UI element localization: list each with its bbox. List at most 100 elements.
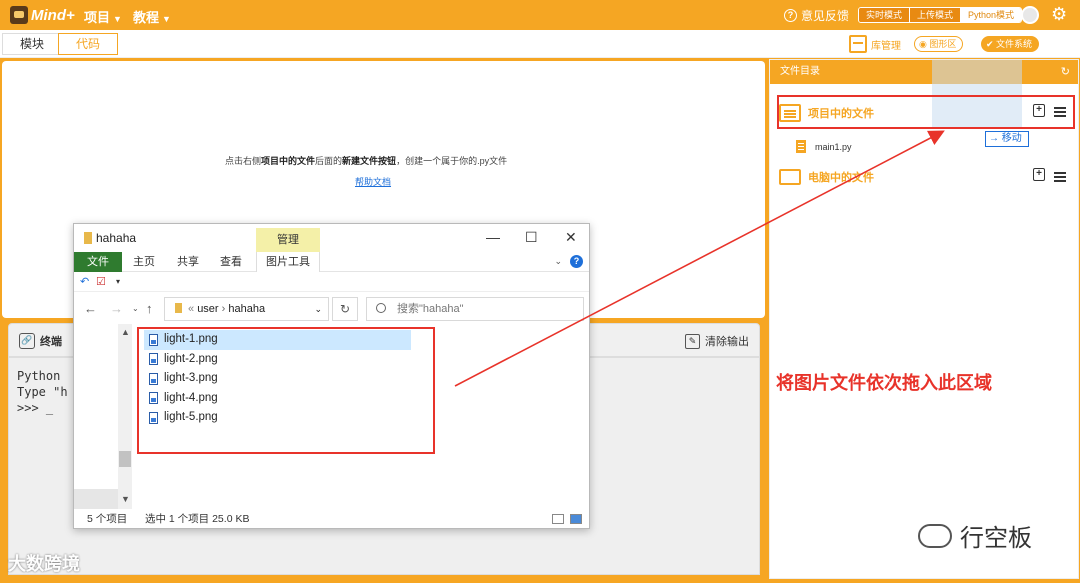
thumbnail-view-icon[interactable] xyxy=(570,514,582,524)
file-name: main1.py xyxy=(815,141,852,152)
vertical-scrollbar[interactable]: ▲ ▼ xyxy=(118,324,132,509)
hint-bold-new-file: 新建文件按钮 xyxy=(342,156,397,166)
folder-icon xyxy=(175,303,182,313)
computer-files-folder[interactable]: 电脑中的文件 xyxy=(779,163,874,191)
filesystem-toggle[interactable]: ✔ 文件系统 xyxy=(981,36,1040,52)
avatar[interactable] xyxy=(1021,6,1039,24)
highlight-box-files xyxy=(137,327,435,454)
editor-hint: 点击右侧项目中的文件后面的新建文件按钮，创建一个属于你的.py文件 xyxy=(225,154,507,167)
move-tooltip: → 移动 xyxy=(985,131,1029,147)
top-bar: Mind+ 项目 ▼ 教程 ▼ ? 意见反馈 实时模式 上传模式 Python模式 … xyxy=(0,0,1080,30)
menu-icon[interactable] xyxy=(1054,172,1066,182)
breadcrumb-hahaha[interactable]: hahaha xyxy=(228,303,265,315)
logo-icon xyxy=(10,6,28,24)
check-icon: ✔ xyxy=(986,39,997,49)
maximize-icon[interactable]: ☐ xyxy=(525,229,538,246)
status-item-count: 5 个项目 xyxy=(87,513,128,525)
details-view-icon[interactable] xyxy=(552,514,564,524)
new-file-icon[interactable]: + xyxy=(1033,168,1045,181)
watermark-right-text: 行空板 xyxy=(960,525,1032,552)
back-icon[interactable]: ← xyxy=(84,301,97,316)
tab-view[interactable]: 查看 xyxy=(216,252,246,272)
watermark-left: 大数跨境 xyxy=(8,554,80,574)
file-directory-header: 文件目录 ↻ xyxy=(770,60,1078,84)
menu-project-label: 项目 xyxy=(84,10,111,25)
customize-icon[interactable]: ▾ xyxy=(116,277,120,286)
question-icon: ? xyxy=(784,9,797,22)
search-input[interactable]: 搜索"hahaha" xyxy=(366,297,584,321)
chevron-down-icon[interactable]: ⌄ xyxy=(554,256,562,267)
library-label: 库管理 xyxy=(871,40,901,52)
hint-bold-project: 项目中的文件 xyxy=(261,156,316,166)
file-item[interactable]: main1.py xyxy=(796,140,852,153)
library-button[interactable]: 库管理 xyxy=(849,34,901,54)
breadcrumb-sep-icon: « xyxy=(188,303,198,315)
hint-text: ，创建一个属于你的.py文件 xyxy=(396,156,508,166)
tab-picture-tools[interactable]: 图片工具 xyxy=(256,252,320,272)
explorer-window-title: hahaha xyxy=(96,231,137,245)
mode-switcher: 实时模式 上传模式 Python模式 xyxy=(858,7,1023,23)
refresh-icon[interactable]: ↻ xyxy=(1061,60,1070,84)
link-icon: 🔗 xyxy=(19,333,35,349)
drawing-label: 图形区 xyxy=(929,39,957,49)
highlight-box-project-files xyxy=(777,95,1075,129)
wechat-icon xyxy=(918,523,952,548)
menu-project[interactable]: 项目 ▼ xyxy=(84,7,122,26)
terminal-title: 终端 xyxy=(40,336,62,348)
feedback-button[interactable]: ? 意见反馈 xyxy=(784,7,849,24)
chevron-down-icon: ▼ xyxy=(113,14,122,24)
tab-manage[interactable]: 管理 xyxy=(256,228,320,252)
horizontal-scrollbar[interactable] xyxy=(74,489,118,509)
computer-files-label: 电脑中的文件 xyxy=(808,172,874,184)
status-selection: 选中 1 个项目 25.0 KB xyxy=(145,513,250,525)
library-icon xyxy=(849,35,867,53)
refresh-button[interactable]: ↻ xyxy=(332,297,358,321)
forward-icon[interactable]: → xyxy=(110,301,123,316)
chevron-down-icon: ▼ xyxy=(162,14,171,24)
status-bar: 5 个项目 选中 1 个项目 25.0 KB xyxy=(74,509,589,529)
properties-icon[interactable]: ☑ xyxy=(96,275,106,288)
mode-python[interactable]: Python模式 xyxy=(960,8,1022,22)
recent-icon[interactable]: ⌄ xyxy=(132,304,139,313)
breadcrumb-user[interactable]: user xyxy=(197,303,218,315)
menu-tutorial[interactable]: 教程 ▼ xyxy=(133,7,171,26)
quick-access-toolbar: ↶ ☑ ▾ xyxy=(74,272,589,292)
close-icon[interactable]: ✕ xyxy=(565,229,577,246)
scroll-down-icon[interactable]: ▼ xyxy=(121,494,130,504)
address-row: ← → ⌄ ↑ « user › hahaha ⌄ ↻ 搜索"hahaha" xyxy=(74,294,589,324)
gear-icon[interactable]: ⚙ xyxy=(1051,5,1067,23)
mode-upload[interactable]: 上传模式 xyxy=(909,8,961,22)
clear-output-button[interactable]: ✎ 清除输出 xyxy=(685,333,749,349)
tab-share[interactable]: 共享 xyxy=(173,252,203,272)
undo-icon[interactable]: ↶ xyxy=(80,275,89,288)
explorer-title-bar[interactable]: hahaha 管理 — ☐ ✕ xyxy=(74,224,589,252)
tab-home[interactable]: 主页 xyxy=(129,252,159,272)
watermark-right: 行空板 xyxy=(918,518,1032,553)
breadcrumb-sep-icon: › xyxy=(218,303,229,315)
minimize-icon[interactable]: — xyxy=(486,229,500,245)
drawing-area-toggle[interactable]: ◉ 图形区 xyxy=(914,36,964,52)
sub-bar: 模块 代码 库管理 ◉ 图形区 ✔ 文件系统 xyxy=(0,30,1080,58)
tab-code[interactable]: 代码 xyxy=(58,33,118,55)
filesystem-label: 文件系统 xyxy=(996,39,1033,49)
chevron-down-icon[interactable]: ⌄ xyxy=(314,298,322,320)
hint-text: 点击右侧 xyxy=(225,156,262,166)
tab-file[interactable]: 文件 xyxy=(74,252,122,272)
clear-output-label: 清除输出 xyxy=(705,336,749,348)
hint-text: 后面的 xyxy=(315,156,343,166)
scroll-thumb[interactable] xyxy=(119,451,131,467)
eye-icon: ◉ xyxy=(919,39,930,49)
help-icon[interactable]: ? xyxy=(570,255,583,268)
app-logo: Mind+ xyxy=(10,4,75,26)
search-placeholder: 搜索"hahaha" xyxy=(397,303,464,315)
mode-realtime[interactable]: 实时模式 xyxy=(859,8,910,22)
up-icon[interactable]: ↑ xyxy=(146,301,153,316)
address-bar[interactable]: « user › hahaha ⌄ xyxy=(164,297,329,321)
scroll-up-icon[interactable]: ▲ xyxy=(121,327,130,337)
file-directory-panel: 文件目录 ↻ xyxy=(769,59,1079,579)
broom-icon: ✎ xyxy=(685,333,700,349)
terminal-tab[interactable]: 🔗 终端 xyxy=(19,333,62,349)
help-link[interactable]: 帮助文档 xyxy=(355,175,391,188)
feedback-label: 意见反馈 xyxy=(801,9,850,23)
tab-blocks[interactable]: 模块 xyxy=(2,33,62,55)
